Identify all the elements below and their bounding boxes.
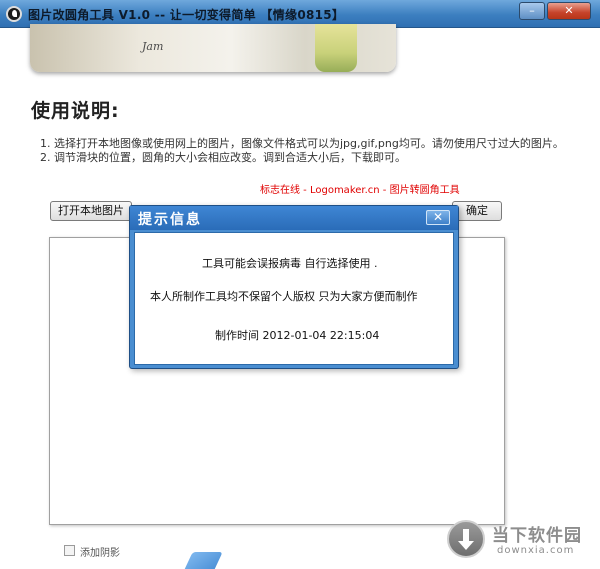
dialog-titlebar[interactable]: 提示信息 ✕ bbox=[130, 206, 458, 230]
instruction-item-2: 2. 调节滑块的位置，圆角的大小会相应改变。调到合适大小后，下载即可。 bbox=[40, 151, 406, 164]
instructions-heading: 使用说明: bbox=[31, 100, 120, 122]
dialog-message-3: 制作时间 2012-01-04 22:15:04 bbox=[215, 329, 380, 342]
dialog-close-button[interactable]: ✕ bbox=[426, 210, 450, 225]
header-banner: Jam bbox=[30, 24, 396, 72]
dialog-title: 提示信息 bbox=[138, 212, 202, 228]
downxia-watermark: 当下软件园 downxia.com bbox=[447, 518, 597, 564]
app-icon bbox=[6, 6, 22, 22]
dialog-body: 工具可能会误报病毒 自行选择使用 . 本人所制作工具均不保留个人版权 只为大家方… bbox=[134, 232, 454, 365]
minimize-button[interactable]: – bbox=[519, 2, 545, 20]
watermark-cn-text: 当下软件园 bbox=[492, 526, 582, 546]
watermark-en-text: downxia.com bbox=[497, 545, 575, 556]
add-shadow-checkbox[interactable] bbox=[64, 545, 75, 556]
window-title: 图片改圆角工具 V1.0 -- 让一切变得简单 【情缘0815】 bbox=[28, 8, 345, 22]
open-local-image-button[interactable]: 打开本地图片 bbox=[50, 201, 132, 221]
dialog-message-2: 本人所制作工具均不保留个人版权 只为大家方便而制作 bbox=[150, 290, 418, 303]
confirm-button[interactable]: 确定 bbox=[452, 201, 502, 221]
decorative-shape bbox=[183, 552, 223, 569]
add-shadow-label: 添加阴影 bbox=[80, 548, 120, 559]
close-button[interactable]: ✕ bbox=[547, 2, 591, 20]
banner-figure-image bbox=[315, 24, 357, 72]
info-dialog: 提示信息 ✕ 工具可能会误报病毒 自行选择使用 . 本人所制作工具均不保留个人版… bbox=[129, 205, 459, 369]
logomaker-link[interactable]: 标志在线 - Logomaker.cn - 图片转圆角工具 bbox=[260, 181, 460, 196]
dialog-message-1: 工具可能会误报病毒 自行选择使用 . bbox=[202, 257, 378, 270]
banner-signature: Jam bbox=[142, 40, 164, 53]
download-arrow-icon bbox=[447, 520, 485, 558]
